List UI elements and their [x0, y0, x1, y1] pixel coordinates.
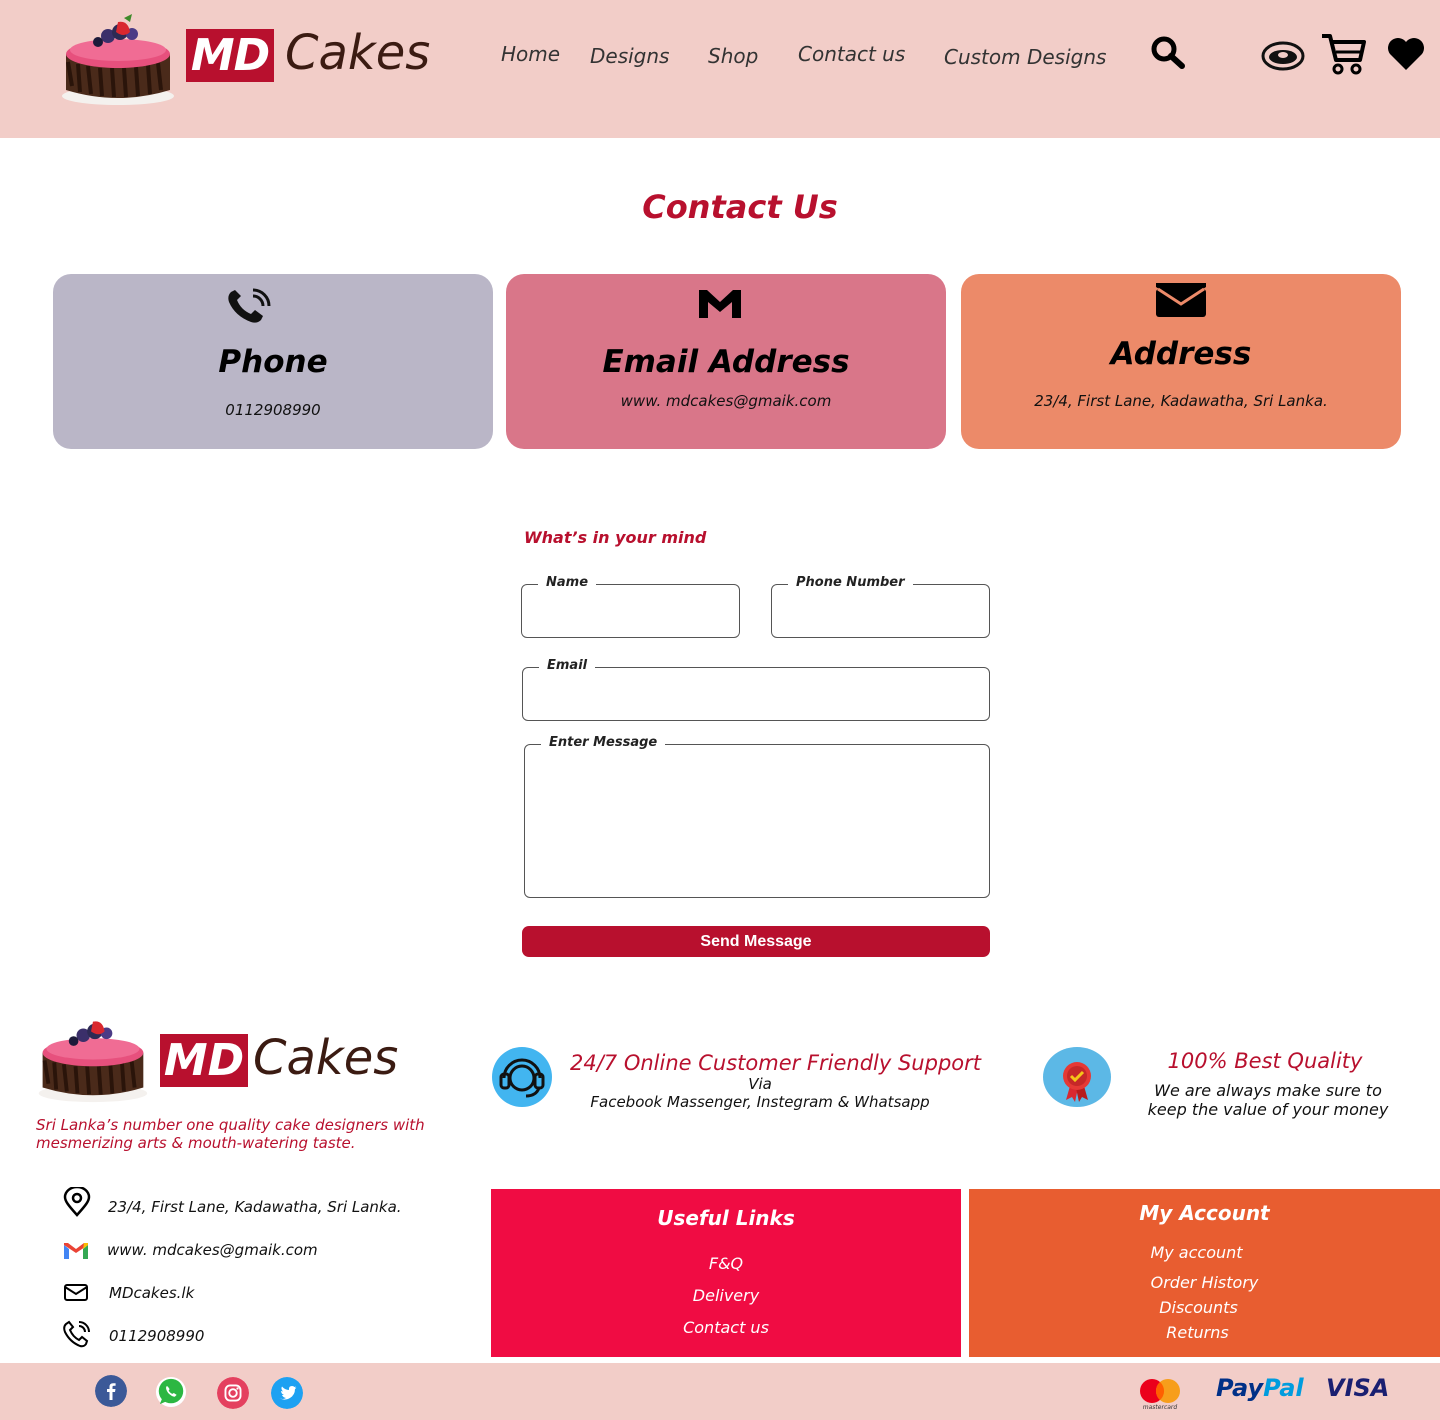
link-fq[interactable]: F&Q [491, 1254, 961, 1273]
mastercard-icon: mastercard [1140, 1379, 1180, 1411]
email-card-title: Email Address [602, 344, 850, 380]
gmail-icon [699, 290, 741, 318]
quality-title: 100% Best Quality [1167, 1049, 1363, 1073]
facebook-icon[interactable] [95, 1375, 127, 1407]
message-textarea[interactable]: Enter Message [524, 735, 990, 898]
footer-web-text[interactable]: MDcakes.lk [109, 1284, 194, 1302]
envelope-icon [64, 1284, 88, 1301]
quality-text: We are always make sure to keep the valu… [1147, 1081, 1389, 1119]
phone-number-field[interactable]: Phone Number [771, 575, 990, 638]
brand-md[interactable]: MD [186, 29, 274, 82]
link-contact-us[interactable]: Contact us [491, 1318, 961, 1337]
site-header: MD Cakes Home Designs Shop Contact us Cu… [0, 0, 1440, 138]
name-field[interactable]: Name [521, 575, 740, 638]
instagram-icon[interactable] [217, 1377, 249, 1409]
search-icon[interactable] [1150, 35, 1186, 69]
support-channels: Facebook Massenger, Instegram & Whatsapp [590, 1093, 930, 1111]
mastercard-caption: mastercard [1143, 1404, 1178, 1411]
twitter-icon[interactable] [271, 1377, 303, 1409]
link-my-account[interactable]: My account [961, 1243, 1432, 1262]
cart-icon[interactable] [1320, 32, 1368, 76]
useful-links-title: Useful Links [657, 1206, 795, 1230]
support-via: Via [748, 1075, 772, 1093]
phone-card-title: Phone [218, 344, 328, 380]
message-field-label: Enter Message [541, 735, 666, 750]
heart-icon[interactable] [1386, 37, 1426, 71]
link-order-history[interactable]: Order History [969, 1273, 1440, 1292]
useful-links-panel: Useful Links F&Q Delivery Contact us [491, 1189, 961, 1357]
nav-home[interactable]: Home [501, 42, 560, 66]
phone-card: Phone 0112908990 [53, 274, 493, 449]
nav-custom-designs[interactable]: Custom Designs [944, 45, 1106, 69]
email-field-label: Email [539, 658, 596, 673]
link-discounts[interactable]: Discounts [963, 1298, 1434, 1317]
headset-icon [492, 1047, 552, 1107]
nav-designs[interactable]: Designs [590, 44, 669, 68]
visa-logo: VISA [1326, 1374, 1390, 1402]
phone-icon [63, 1320, 90, 1348]
form-heading: What’s in your mind [524, 528, 707, 547]
nav-contact-us[interactable]: Contact us [798, 42, 905, 66]
award-icon [1043, 1047, 1111, 1107]
footer-tagline: Sri Lanka’s number one quality cake desi… [36, 1116, 425, 1152]
link-returns[interactable]: Returns [962, 1323, 1433, 1342]
phone-icon [228, 288, 271, 323]
phone-number-field-label: Phone Number [788, 575, 913, 590]
cake-logo-image[interactable] [58, 12, 176, 107]
footer-bottom-bar: mastercard PayPal VISA [0, 1363, 1440, 1420]
envelope-icon [1156, 283, 1206, 317]
link-delivery[interactable]: Delivery [491, 1286, 961, 1305]
email-field[interactable]: Email [522, 658, 990, 721]
footer-phone-text[interactable]: 0112908990 [109, 1327, 204, 1345]
footer-brand-cakes: Cakes [253, 1030, 399, 1086]
footer-email-text[interactable]: www. mdcakes@gmaik.com [107, 1241, 318, 1259]
my-account-panel: My Account My account Order History Disc… [969, 1189, 1440, 1357]
footer-address-text: 23/4, First Lane, Kadawatha, Sri Lanka. [108, 1198, 402, 1216]
my-account-title: My Account [1139, 1201, 1270, 1225]
gmail-icon [64, 1243, 88, 1259]
footer-brand-md: MD [160, 1034, 248, 1087]
whatsapp-icon[interactable] [155, 1376, 187, 1408]
send-message-button[interactable]: Send Message [522, 926, 990, 957]
address-card: Address 23/4, First Lane, Kadawatha, Sri… [961, 274, 1401, 449]
footer-cake-logo-image[interactable] [32, 1012, 152, 1104]
eye-icon[interactable] [1260, 40, 1306, 72]
phone-card-value[interactable]: 0112908990 [53, 401, 493, 419]
address-card-value: 23/4, First Lane, Kadawatha, Sri Lanka. [1034, 392, 1328, 410]
nav-shop[interactable]: Shop [708, 44, 758, 68]
location-icon [63, 1187, 91, 1217]
name-field-label: Name [538, 575, 597, 590]
email-card-value[interactable]: www. mdcakes@gmaik.com [506, 392, 946, 410]
page-title: Contact Us [642, 188, 838, 226]
support-title: 24/7 Online Customer Friendly Support [570, 1051, 981, 1075]
address-card-title: Address [1110, 336, 1252, 372]
brand-cakes[interactable]: Cakes [285, 25, 430, 81]
email-card: Email Address www. mdcakes@gmaik.com [506, 274, 946, 449]
paypal-logo: PayPal [1216, 1374, 1304, 1402]
